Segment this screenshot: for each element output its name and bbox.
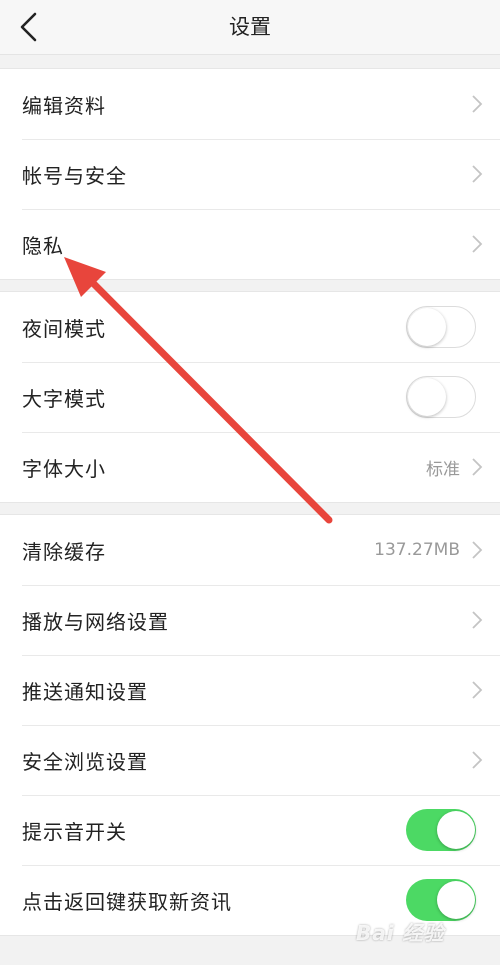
sound-toggle-label: 提示音开关 [22,819,127,844]
edit-profile-row[interactable]: 编辑资料 [0,69,500,139]
font-size-label: 字体大小 [22,456,106,481]
large-text-row: 大字模式 [0,362,500,432]
chevron-right-icon [472,95,483,113]
push-notifications-row[interactable]: 推送通知设置 [0,655,500,725]
back-refresh-label: 点击返回键获取新资讯 [22,889,232,914]
privacy-label: 隐私 [22,233,64,258]
chevron-right-icon [472,165,483,183]
chevron-right-icon [472,458,483,476]
account-security-row[interactable]: 帐号与安全 [0,139,500,209]
display-settings-group: 夜间模式 大字模式 字体大小 标准 [0,291,500,503]
toggle-knob [408,378,446,416]
edit-profile-label: 编辑资料 [22,93,106,118]
safe-browsing-row[interactable]: 安全浏览设置 [0,725,500,795]
privacy-row[interactable]: 隐私 [0,209,500,279]
chevron-right-icon [472,235,483,253]
night-mode-label: 夜间模式 [22,316,106,341]
sound-toggle-switch[interactable] [406,809,476,851]
toggle-knob [408,308,446,346]
night-mode-toggle[interactable] [406,306,476,348]
page-title: 设置 [229,15,271,39]
chevron-right-icon [472,681,483,699]
account-settings-group: 编辑资料 帐号与安全 隐私 [0,68,500,280]
chevron-right-icon [472,751,483,769]
watermark-logo: Bai 经验 [356,921,445,945]
large-text-label: 大字模式 [22,386,106,411]
playback-network-row[interactable]: 播放与网络设置 [0,585,500,655]
night-mode-row: 夜间模式 [0,292,500,362]
general-settings-group: 清除缓存 137.27MB 播放与网络设置 推送通知设置 安全浏览设置 提示音开… [0,514,500,936]
chevron-right-icon [472,611,483,629]
large-text-toggle[interactable] [406,376,476,418]
account-security-label: 帐号与安全 [22,163,127,188]
push-notifications-label: 推送通知设置 [22,679,148,704]
playback-network-label: 播放与网络设置 [22,609,169,634]
navigation-bar: 设置 [0,0,500,55]
back-refresh-toggle[interactable] [406,879,476,921]
clear-cache-row[interactable]: 清除缓存 137.27MB [0,515,500,585]
font-size-value: 标准 [426,459,460,480]
font-size-row[interactable]: 字体大小 标准 [0,432,500,502]
toggle-knob [437,881,475,919]
sound-toggle-row: 提示音开关 [0,795,500,865]
clear-cache-label: 清除缓存 [22,539,106,564]
cache-size-value: 137.27MB [374,540,460,560]
safe-browsing-label: 安全浏览设置 [22,749,148,774]
chevron-right-icon [472,541,483,559]
toggle-knob [437,811,475,849]
